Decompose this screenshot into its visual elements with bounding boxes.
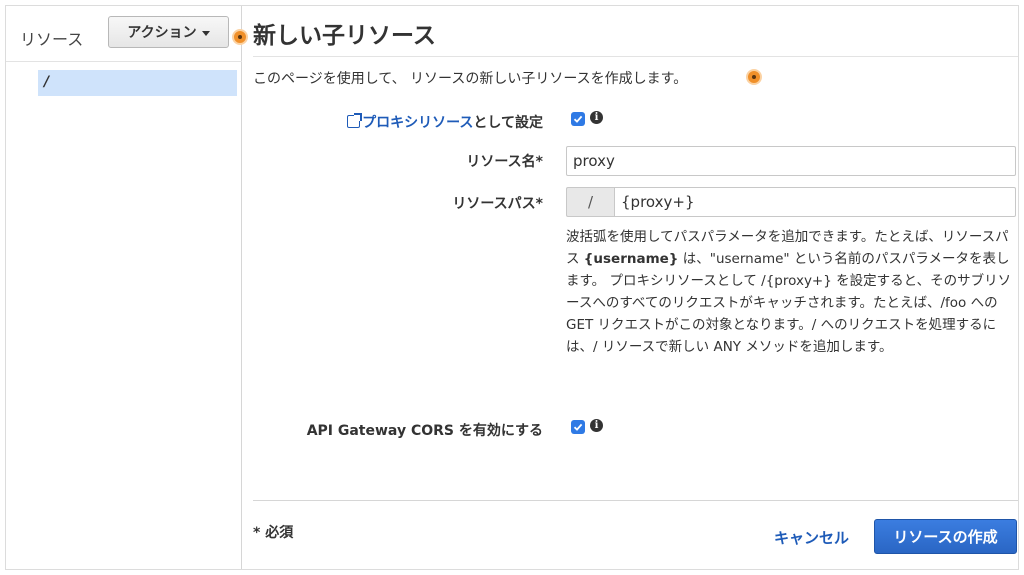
actions-label: アクション	[127, 25, 197, 41]
resources-sidebar: リソース アクション /	[6, 6, 242, 569]
page-description: このページを使用して、 リソースの新しい子リソースを作成します。	[253, 71, 688, 87]
main-panel: 新しい子リソース このページを使用して、 リソースの新しい子リソースを作成します…	[243, 6, 1018, 569]
divider	[253, 500, 1018, 501]
caret-down-icon	[201, 30, 210, 36]
required-note: * 必須	[253, 525, 294, 541]
proxy-resource-label: プロキシリソースとして設定	[243, 112, 543, 132]
cors-label: API Gateway CORS を有効にする	[306, 423, 543, 439]
divider	[253, 56, 1018, 57]
sidebar-header: リソース アクション	[6, 6, 242, 62]
resource-path-prefix: /	[566, 187, 614, 217]
resource-tree: /	[38, 70, 237, 96]
actions-dropdown-button[interactable]: アクション	[108, 16, 229, 48]
proxy-link-text: プロキシリソース	[362, 115, 474, 131]
create-resource-button[interactable]: リソースの作成	[874, 519, 1017, 554]
cancel-button[interactable]: キャンセル	[774, 527, 849, 548]
page-title: 新しい子リソース	[253, 23, 436, 49]
app-frame: リソース アクション / 新しい子リソース このページを使用して、 リソースの新…	[5, 5, 1019, 570]
resource-path-input[interactable]	[614, 187, 1016, 217]
resource-path-help-text: 波括弧を使用してパスパラメータを追加できます。たとえば、リソースパス {user…	[566, 226, 1021, 358]
info-icon[interactable]: i	[590, 419, 603, 432]
resource-name-input[interactable]	[566, 146, 1016, 176]
external-link-icon	[347, 113, 363, 128]
resource-path-label: リソースパス*	[452, 196, 543, 212]
proxy-resource-link[interactable]: プロキシリソース	[347, 113, 474, 131]
resource-name-label: リソース名*	[466, 154, 543, 170]
highlight-dot-icon	[746, 69, 762, 85]
proxy-label-suffix: として設定	[473, 115, 543, 131]
proxy-resource-checkbox[interactable]	[571, 112, 585, 126]
tree-item-root[interactable]: /	[38, 70, 237, 96]
help-text-bold: {username}	[583, 251, 679, 267]
info-icon[interactable]: i	[590, 111, 603, 124]
cors-checkbox[interactable]	[571, 420, 585, 434]
sidebar-title: リソース	[20, 30, 84, 49]
